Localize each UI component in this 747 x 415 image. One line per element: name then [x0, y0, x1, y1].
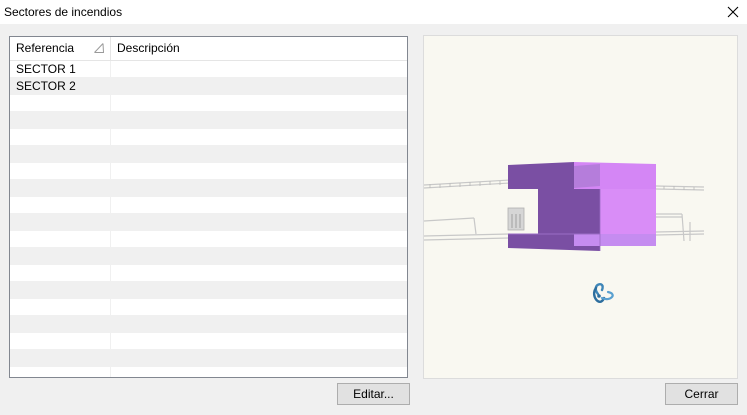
cell-descripcion — [111, 214, 407, 230]
cell-referencia — [10, 129, 111, 145]
cell-referencia — [10, 350, 111, 366]
cell-descripcion — [111, 163, 407, 179]
cell-descripcion — [111, 61, 407, 77]
cell-descripcion — [111, 350, 407, 366]
table-row[interactable] — [10, 129, 407, 146]
title-bar: Sectores de incendios — [0, 0, 747, 24]
list-header: Referencia Descripción — [10, 37, 407, 61]
column-header-referencia[interactable]: Referencia — [10, 37, 111, 60]
list-rows: SECTOR 1 SECTOR 2 — [10, 61, 407, 377]
table-row[interactable] — [10, 367, 407, 377]
cell-referencia — [10, 180, 111, 196]
cell-descripcion — [111, 95, 407, 111]
cell-referencia — [10, 282, 111, 298]
cell-referencia — [10, 163, 111, 179]
table-row[interactable] — [10, 350, 407, 367]
table-row[interactable] — [10, 231, 407, 248]
cell-referencia — [10, 333, 111, 349]
fire-sector-volume — [508, 162, 656, 251]
cell-descripcion — [111, 112, 407, 128]
cell-referencia: SECTOR 2 — [10, 78, 111, 94]
cell-descripcion — [111, 129, 407, 145]
sectors-list[interactable]: Referencia Descripción SECTOR 1 SECTOR 2 — [9, 36, 408, 378]
cell-descripcion — [111, 231, 407, 247]
table-row[interactable] — [10, 333, 407, 350]
fire-sectors-dialog: Sectores de incendios Referencia Descrip… — [0, 0, 747, 415]
cell-referencia: SECTOR 1 — [10, 61, 111, 77]
table-row[interactable] — [10, 282, 407, 299]
table-row[interactable] — [10, 163, 407, 180]
cell-referencia — [10, 265, 111, 281]
close-icon — [727, 6, 739, 18]
table-row[interactable] — [10, 112, 407, 129]
table-row[interactable] — [10, 299, 407, 316]
table-row[interactable]: SECTOR 2 — [10, 78, 407, 95]
cell-descripcion — [111, 316, 407, 332]
column-header-label: Descripción — [117, 41, 180, 55]
cell-referencia — [10, 95, 111, 111]
close-window-button[interactable] — [719, 0, 747, 24]
cell-referencia — [10, 197, 111, 213]
cell-descripcion — [111, 78, 407, 94]
table-row[interactable]: SECTOR 1 — [10, 61, 407, 78]
cell-descripcion — [111, 299, 407, 315]
window-title: Sectores de incendios — [4, 5, 123, 19]
table-row[interactable] — [10, 146, 407, 163]
cell-referencia — [10, 367, 111, 377]
table-row[interactable] — [10, 248, 407, 265]
cell-descripcion — [111, 197, 407, 213]
close-button[interactable]: Cerrar — [665, 383, 738, 405]
cell-descripcion — [111, 248, 407, 264]
cell-descripcion — [111, 282, 407, 298]
3d-preview-viewport[interactable] — [423, 35, 738, 379]
cell-descripcion — [111, 265, 407, 281]
edit-button[interactable]: Editar... — [337, 383, 410, 405]
cell-referencia — [10, 299, 111, 315]
building-3d-model — [424, 162, 705, 303]
cell-referencia — [10, 146, 111, 162]
sort-ascending-icon — [94, 43, 104, 53]
rotate-orbit-icon[interactable] — [592, 283, 614, 303]
table-row[interactable] — [10, 214, 407, 231]
cell-descripcion — [111, 180, 407, 196]
column-header-descripcion[interactable]: Descripción — [111, 37, 407, 60]
table-row[interactable] — [10, 180, 407, 197]
cell-referencia — [10, 231, 111, 247]
cell-referencia — [10, 248, 111, 264]
cell-referencia — [10, 112, 111, 128]
table-row[interactable] — [10, 197, 407, 214]
cell-descripcion — [111, 333, 407, 349]
table-row[interactable] — [10, 316, 407, 333]
table-row[interactable] — [10, 95, 407, 112]
table-row[interactable] — [10, 265, 407, 282]
cell-referencia — [10, 214, 111, 230]
cell-referencia — [10, 316, 111, 332]
cell-descripcion — [111, 146, 407, 162]
cell-descripcion — [111, 367, 407, 377]
column-header-label: Referencia — [16, 41, 75, 55]
stair-tower — [507, 207, 525, 231]
